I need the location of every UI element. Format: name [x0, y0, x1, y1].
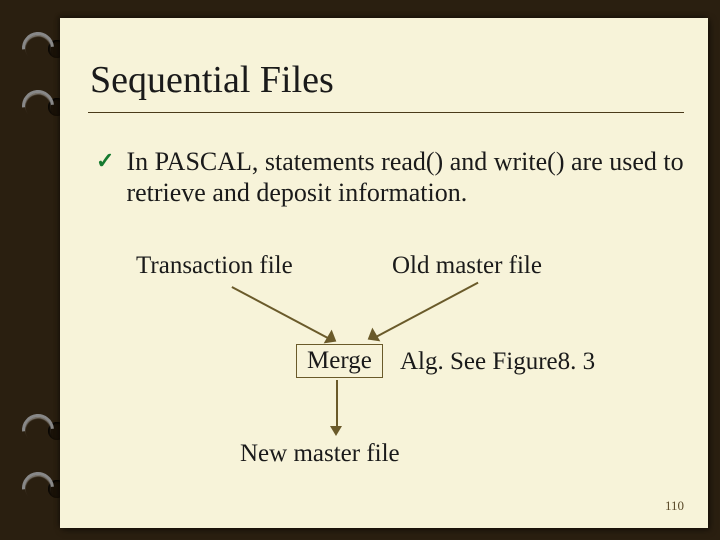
- bullet-text: In PASCAL, statements read() and write()…: [126, 146, 696, 208]
- label-new-master-file: New master file: [240, 440, 400, 468]
- checkmark-icon: ✓: [96, 146, 114, 176]
- label-old-master-file: Old master file: [392, 252, 542, 280]
- arrow-transaction-merge: [232, 286, 330, 339]
- slide: Sequential Files ✓ In PASCAL, statements…: [60, 18, 708, 528]
- slide-title: Sequential Files: [90, 58, 334, 102]
- label-transaction-file: Transaction file: [136, 252, 293, 280]
- title-underline: [88, 112, 684, 113]
- label-algorithm-ref: Alg. See Figure8. 3: [400, 348, 595, 376]
- page-number: 110: [665, 498, 684, 514]
- merge-box: Merge: [296, 344, 383, 378]
- arrow-merge-newmaster: [336, 380, 338, 428]
- bullet-item: ✓ In PASCAL, statements read() and write…: [96, 146, 696, 208]
- arrow-oldmaster-merge: [372, 282, 479, 340]
- arrow-head-icon: [330, 426, 342, 436]
